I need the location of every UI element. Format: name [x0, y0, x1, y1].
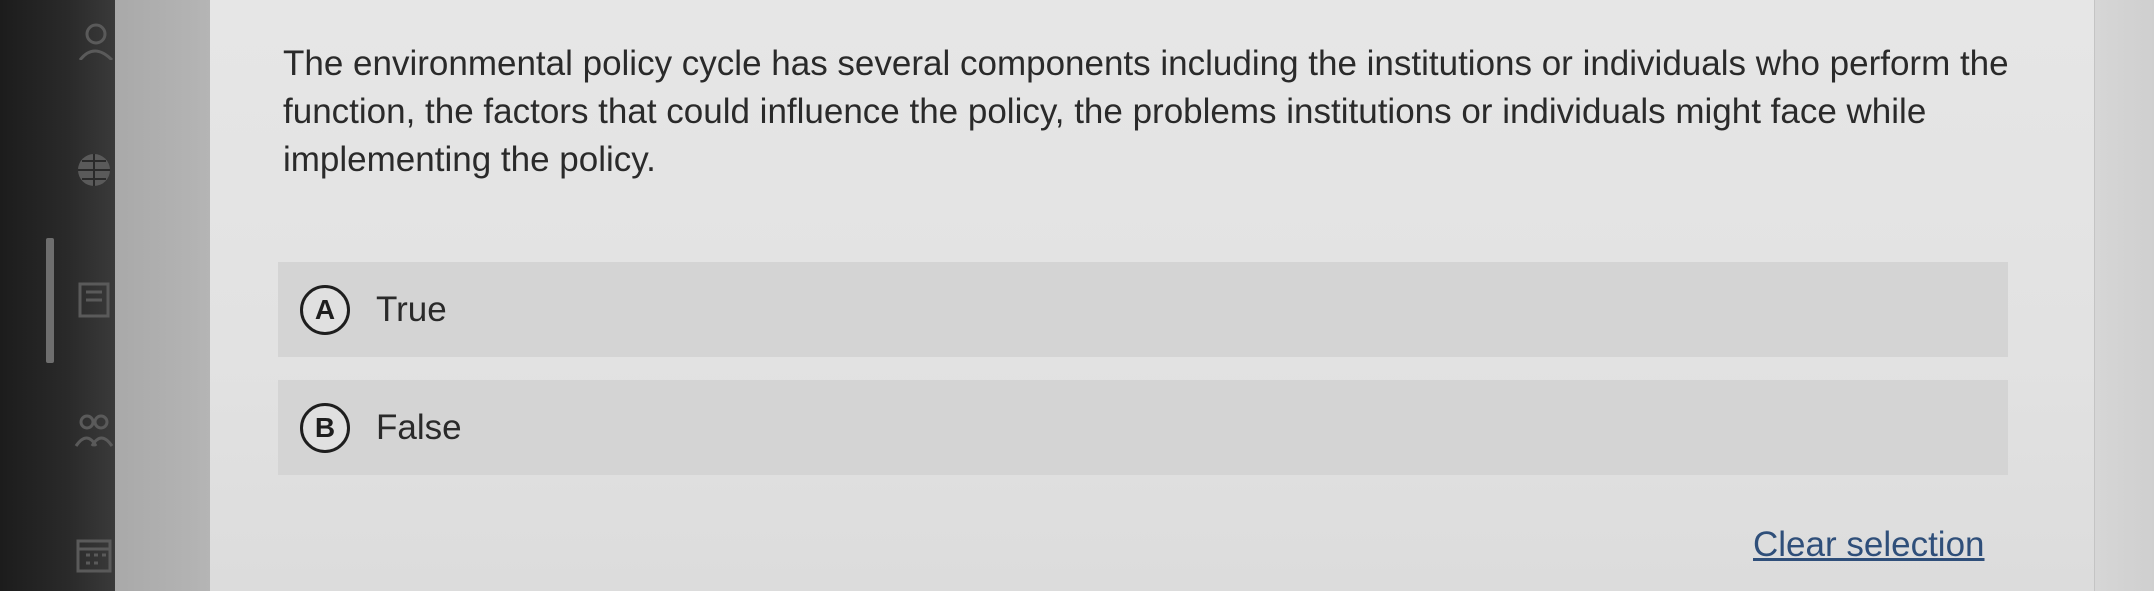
screen: The environmental policy cycle has sever…	[0, 0, 2154, 591]
option-b-radio[interactable]: B	[300, 402, 350, 453]
question-text: The environmental policy cycle has sever…	[283, 44, 2009, 179]
book-icon[interactable]	[74, 280, 114, 320]
option-b-label: False	[376, 407, 462, 447]
sidebar-gutter	[115, 0, 210, 591]
option-a[interactable]: A True	[278, 262, 2008, 357]
option-a-label: True	[376, 289, 447, 329]
option-a-radio[interactable]: A	[300, 284, 350, 335]
user-icon[interactable]	[74, 20, 114, 60]
panel-right-edge	[2094, 0, 2154, 591]
calendar-icon[interactable]	[74, 535, 114, 575]
clear-selection-link[interactable]: Clear selection	[1753, 525, 1985, 565]
option-b[interactable]: B False	[278, 380, 2008, 475]
sidebar-active-indicator	[46, 238, 54, 363]
sidebar-rail	[0, 0, 115, 591]
globe-icon[interactable]	[74, 150, 114, 190]
people-icon[interactable]	[74, 410, 114, 450]
